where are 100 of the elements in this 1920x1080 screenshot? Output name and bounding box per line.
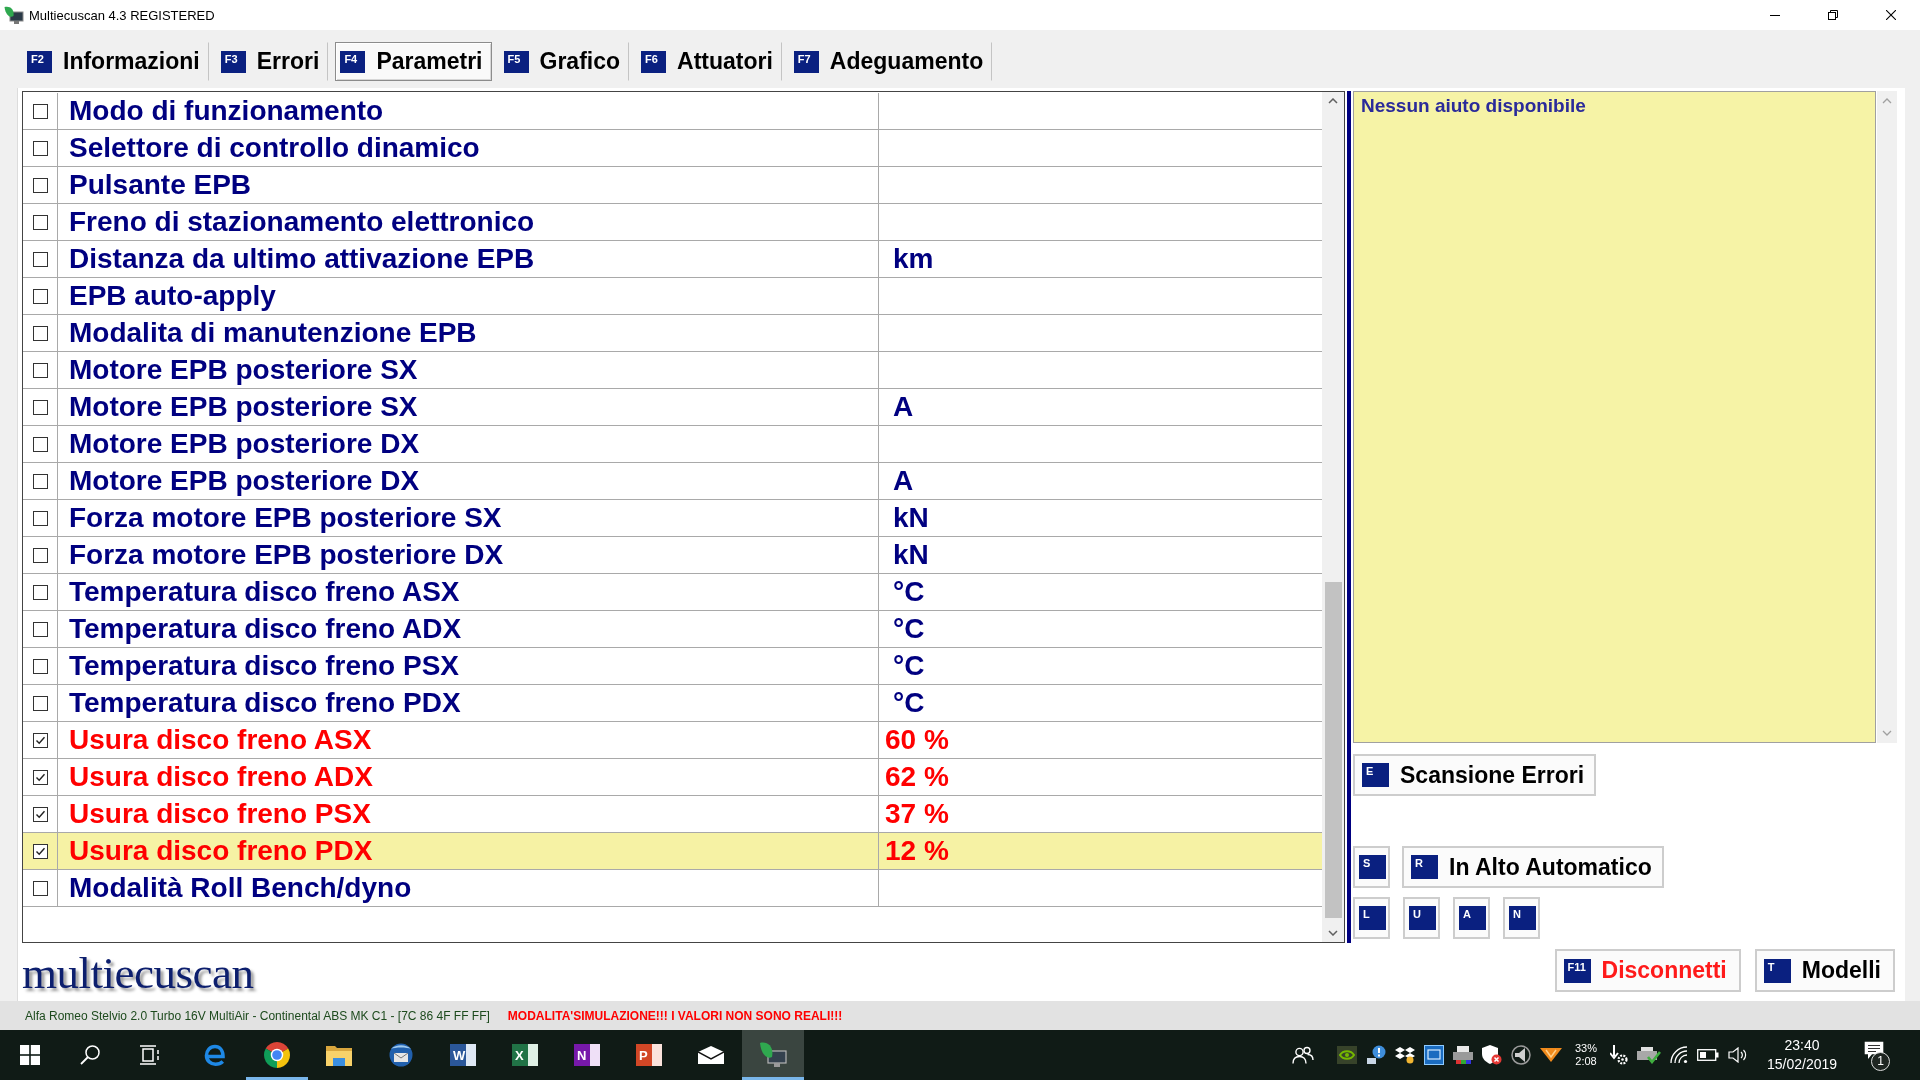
envelope-globe-icon [388, 1043, 414, 1067]
table-row[interactable]: Motore EPB posteriore SX [23, 352, 1322, 389]
battery-icon[interactable] [1697, 1049, 1719, 1061]
tab[interactable]: F4 Parametri [335, 42, 492, 81]
table-cell-text: 60 % [884, 723, 950, 757]
table-row[interactable]: Selettore di controllo dinamico [23, 130, 1322, 167]
table-row[interactable]: Motore EPB posteriore SX A [23, 389, 1322, 426]
key-button[interactable]: L [1353, 897, 1390, 939]
scroll-up-icon[interactable] [1328, 98, 1338, 104]
footer-button[interactable]: T Modelli [1754, 949, 1895, 992]
checkbox[interactable] [32, 510, 48, 526]
table-cell-text: A [892, 464, 915, 498]
shortcut-key: F6 [641, 50, 667, 73]
checkbox[interactable] [32, 658, 48, 674]
table-row[interactable]: Usura disco freno ASX 60 % [23, 722, 1322, 759]
table-row[interactable]: Modalità Roll Bench/dyno [23, 870, 1322, 907]
simulation-warning: MODALITA'SIMULAZIONE!!! I VALORI NON SONO REALI!!! [507, 1008, 843, 1023]
checkbox[interactable] [32, 214, 48, 230]
table-cell-text: A [892, 390, 915, 424]
printer-icon[interactable] [1453, 1046, 1473, 1064]
table-row[interactable]: Modo di funzionamento [23, 93, 1322, 130]
taskbar-button[interactable]: W [432, 1030, 494, 1080]
tab[interactable]: F5 Grafico [498, 42, 630, 81]
wifi-icon[interactable] [1670, 1046, 1688, 1064]
chip-icon[interactable] [1424, 1045, 1444, 1065]
table-cell: Temperatura disco freno PSX [58, 648, 879, 684]
taskbar-button[interactable]: N [556, 1030, 618, 1080]
checkbox[interactable] [32, 251, 48, 267]
table-cell-text: kN [892, 538, 930, 572]
table-row[interactable]: Temperatura disco freno PSX °C [23, 648, 1322, 685]
table-cell: EPB auto-apply [58, 278, 879, 314]
checkbox[interactable] [32, 769, 48, 785]
checkbox[interactable] [32, 103, 48, 119]
key-button[interactable]: U [1403, 897, 1440, 939]
table-row[interactable]: Pulsante EPB [23, 167, 1322, 204]
checkbox[interactable] [32, 584, 48, 600]
table-row[interactable]: EPB auto-apply [23, 278, 1322, 315]
table-cell-text: °C [892, 612, 926, 646]
taskbar-button[interactable]: X [494, 1030, 556, 1080]
table-cell: Temperatura disco freno PDX [58, 685, 879, 721]
footer-button[interactable]: F11 Disconnetti [1554, 949, 1741, 992]
people-icon[interactable] [1292, 1046, 1314, 1064]
clock-date[interactable]: 15/02/2019 [1766, 1055, 1838, 1074]
checkbox[interactable] [32, 621, 48, 637]
table-row[interactable]: Usura disco freno ADX 62 % [23, 759, 1322, 796]
shield-icon[interactable] [1482, 1045, 1502, 1065]
checkbox[interactable] [32, 325, 48, 341]
table-row[interactable]: Temperatura disco freno ADX °C [23, 611, 1322, 648]
auto-scroll-button[interactable]: R In Alto Automatico [1402, 846, 1664, 888]
table-row[interactable]: Motore EPB posteriore DX [23, 426, 1322, 463]
checkbox[interactable] [32, 288, 48, 304]
checkbox[interactable] [32, 547, 48, 563]
key-button[interactable]: N [1503, 897, 1540, 939]
scrollbar-thumb[interactable] [1324, 582, 1342, 918]
scroll-down-icon[interactable] [1328, 930, 1338, 936]
table-row[interactable]: Distanza da ultimo attivazione EPB km [23, 241, 1322, 278]
checkbox[interactable] [32, 436, 48, 452]
checkbox[interactable] [32, 695, 48, 711]
shortcut-key: F11 [1563, 958, 1591, 983]
checkbox[interactable] [32, 843, 48, 859]
chevron-icon[interactable] [1540, 1048, 1562, 1062]
table-row[interactable]: Freno di stazionamento elettronico [23, 204, 1322, 241]
download-gear-icon[interactable] [1610, 1045, 1628, 1065]
key-button[interactable]: A [1453, 897, 1490, 939]
box-icon[interactable] [1395, 1046, 1415, 1064]
table-row[interactable]: Temperatura disco freno PDX °C [23, 685, 1322, 722]
key-button[interactable]: S [1353, 846, 1390, 888]
tab[interactable]: F2 Informazioni [22, 42, 209, 81]
minimize-icon [1770, 14, 1780, 16]
checkbox[interactable] [32, 399, 48, 415]
scan-errors-button[interactable]: E Scansione Errori [1353, 754, 1597, 796]
checkbox[interactable] [32, 473, 48, 489]
table-row[interactable]: Motore EPB posteriore DX A [23, 463, 1322, 500]
tab[interactable]: F7 Adeguamento [788, 42, 993, 81]
horn-icon[interactable] [1511, 1045, 1531, 1065]
volume-icon[interactable] [1728, 1047, 1748, 1063]
window-title: Multiecuscan 4.3 REGISTERED [29, 7, 215, 23]
taskbar-button[interactable]: P [618, 1030, 680, 1080]
table-row[interactable]: Modalita di manutenzione EPB [23, 315, 1322, 352]
table-row[interactable]: Temperatura disco freno ASX °C [23, 574, 1322, 611]
alert-bubble-icon[interactable] [1366, 1045, 1386, 1065]
tab[interactable]: F3 Errori [215, 42, 329, 81]
checkbox[interactable] [32, 880, 48, 896]
letter-tile-icon: X [512, 1044, 538, 1066]
checkbox[interactable] [32, 140, 48, 156]
checkbox[interactable] [32, 362, 48, 378]
table-cell: Selettore di controllo dinamico [58, 130, 879, 166]
eye-tile-icon[interactable] [1337, 1046, 1357, 1064]
clock-time[interactable]: 23:40 [1784, 1036, 1820, 1055]
vehicle-info: Alfa Romeo Stelvio 2.0 Turbo 16V MultiAir - Continental ABS MK C1 - [7C 86 4F FF FF] [25, 1008, 490, 1023]
checkbox[interactable] [32, 177, 48, 193]
table-row[interactable]: Forza motore EPB posteriore SX kN [23, 500, 1322, 537]
shortcut-key: U [1409, 906, 1436, 930]
printer-check-icon[interactable] [1637, 1046, 1661, 1064]
shortcut-key: T [1763, 958, 1791, 983]
table-row[interactable]: Forza motore EPB posteriore DX kN [23, 537, 1322, 574]
close-icon [1886, 10, 1896, 20]
tab[interactable]: F6 Attuatori [636, 42, 782, 81]
checkbox[interactable] [32, 806, 48, 822]
checkbox[interactable] [32, 732, 48, 748]
